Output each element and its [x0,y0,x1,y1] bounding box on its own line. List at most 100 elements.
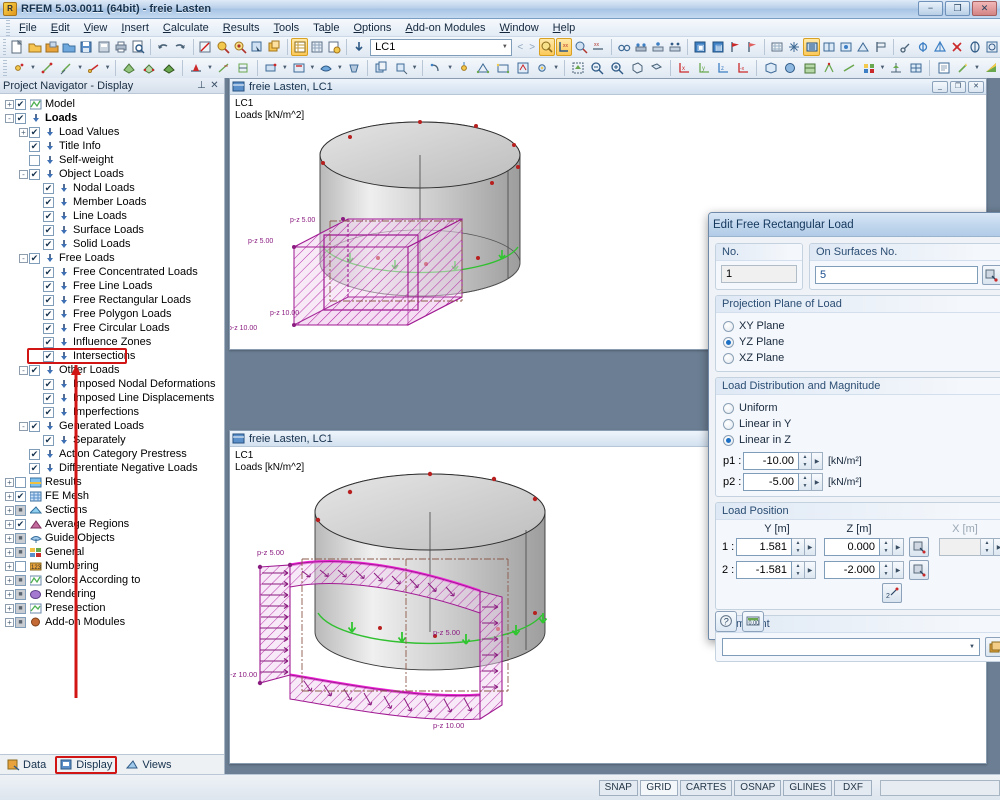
tree-checkbox[interactable] [29,364,40,376]
tree-item-colors-according-to[interactable]: + Colors According to [0,573,224,587]
redo-icon[interactable] [172,38,188,56]
tree-item-numbering[interactable]: +123 Numbering [0,559,224,573]
status-snap[interactable]: SNAP [598,779,638,796]
expand-icon[interactable]: + [4,505,15,516]
status-grid[interactable]: GRID [639,779,678,796]
collapse-icon[interactable]: - [18,169,29,180]
new-hinge-icon[interactable]: xx [214,59,233,77]
tree-checkbox[interactable] [43,336,54,348]
tree-item-object-loads[interactable]: - Object Loads [0,167,224,181]
viewport-1-restore[interactable]: ❐ [950,80,966,93]
new-member-icon[interactable] [85,59,104,77]
edit-model-icon[interactable] [197,38,213,56]
chevron-down-icon[interactable]: ▼ [30,59,37,77]
new-surface-icon[interactable] [120,59,139,77]
settings-gear-icon[interactable] [533,59,552,77]
tree-item-loads[interactable]: - Loads [0,111,224,125]
tree-checkbox[interactable] [29,168,40,180]
menu-file[interactable]: File [12,20,44,36]
load-case-nav-icon[interactable] [351,38,367,56]
tree-item-imperfections[interactable]: Imperfections [0,405,224,419]
pick-surface-icon[interactable] [981,265,1000,285]
prev-load-case-button[interactable]: < [515,42,526,53]
viewport-1-minimize[interactable]: _ [932,80,948,93]
tree-item-general[interactable]: + General [0,545,224,559]
section-flag-icon[interactable] [872,38,888,56]
chevron-down-icon[interactable]: ▼ [879,59,886,77]
info-icon[interactable] [984,38,1000,56]
pan-icon[interactable] [647,59,666,77]
tree-item-fe-mesh[interactable]: + FE Mesh [0,489,224,503]
print-preview-icon[interactable] [130,38,146,56]
close-icon[interactable]: ✕ [208,80,221,91]
collapse-icon[interactable]: - [18,253,29,264]
new-line-dim-icon[interactable] [57,59,76,77]
view-2-icon[interactable]: ▤ [709,38,725,56]
dxf-import-icon[interactable] [513,59,532,77]
menu-addon-modules[interactable]: Add-on Modules [398,20,492,36]
tree-checkbox[interactable] [43,238,54,250]
chevron-down-icon[interactable]: ▼ [309,59,316,77]
tree-item-imposed-nodal-deformations[interactable]: Imposed Nodal Deformations [0,377,224,391]
status-cartes[interactable]: CARTES [679,779,733,796]
zoom-out-icon[interactable] [608,59,627,77]
new-elastic-foundation-icon[interactable] [234,59,253,77]
menu-table[interactable]: Table [306,20,346,36]
tree-item-average-regions[interactable]: + Average Regions [0,517,224,531]
units-icon[interactable]: 0.00 [742,610,764,632]
tree-checkbox[interactable] [15,574,26,586]
expand-icon[interactable]: + [4,561,15,572]
tree-item-imposed-line-displacements[interactable]: Imposed Line Displacements [0,391,224,405]
collapse-icon[interactable]: - [18,421,29,432]
p1-more-button[interactable]: ▶ [812,452,823,470]
free-loads-3-icon[interactable] [838,38,854,56]
tree-item-solid-loads[interactable]: Solid Loads [0,237,224,251]
collapse-icon[interactable]: - [18,365,29,376]
help-icon[interactable]: ? [715,610,737,632]
menu-edit[interactable]: Edit [44,20,77,36]
tree-item-surface-loads[interactable]: Surface Loads [0,223,224,237]
open-blue-folder-icon[interactable] [61,38,77,56]
nodal-load-icon[interactable] [262,59,281,77]
menu-window[interactable]: Window [493,20,546,36]
result-table-icon[interactable] [907,59,926,77]
open-project-icon[interactable] [44,38,60,56]
free-load-icon[interactable] [344,59,363,77]
tree-checkbox[interactable] [43,308,54,320]
copy-window-icon[interactable] [266,38,282,56]
load-values-icon[interactable]: xx [555,38,573,56]
tree-item-generated-loads[interactable]: - Generated Loads [0,419,224,433]
tree-item-rendering[interactable]: + Rendering [0,587,224,601]
tree-item-free-circular-loads[interactable]: Free Circular Loads [0,321,224,335]
tree-checkbox[interactable] [15,504,26,516]
tree-item-action-category-prestress[interactable]: Action Category Prestress [0,447,224,461]
show-table-icon[interactable] [291,38,308,56]
comment-library-icon[interactable] [985,637,1000,657]
mesh-generate-2-icon[interactable] [494,59,513,77]
tree-checkbox[interactable] [43,210,54,222]
tree-item-results[interactable]: + Results [0,475,224,489]
tree-checkbox[interactable] [29,462,40,474]
p1-input[interactable]: -10.00 [743,452,799,470]
pin-icon[interactable]: ⊥ [195,80,208,91]
zoom-window-icon[interactable] [588,59,607,77]
expand-icon[interactable]: + [4,575,15,586]
load-case-combobox[interactable]: LC1 ▼ [370,38,512,56]
expand-icon[interactable]: + [4,547,15,558]
printout-icon[interactable] [934,59,953,77]
tree-item-differentiate-negative-loads[interactable]: Differentiate Negative Loads [0,461,224,475]
tree-checkbox[interactable] [15,602,26,614]
expand-icon[interactable]: + [4,603,15,614]
menu-results[interactable]: Results [216,20,267,36]
row-2-z-more[interactable]: ▶ [893,561,904,579]
radio-uniform[interactable]: Uniform [723,400,1000,416]
result-values-icon[interactable]: xx [590,38,606,56]
tree-checkbox[interactable] [29,140,40,152]
view-y-icon[interactable]: y [694,59,713,77]
new-opening-icon[interactable] [159,59,178,77]
tree-checkbox[interactable] [29,420,40,432]
status-osnap[interactable]: OSNAP [734,779,782,796]
view-1-icon[interactable]: ▣ [692,38,708,56]
maximize-button[interactable]: ❐ [945,1,970,16]
next-load-case-button[interactable]: > [527,42,538,53]
